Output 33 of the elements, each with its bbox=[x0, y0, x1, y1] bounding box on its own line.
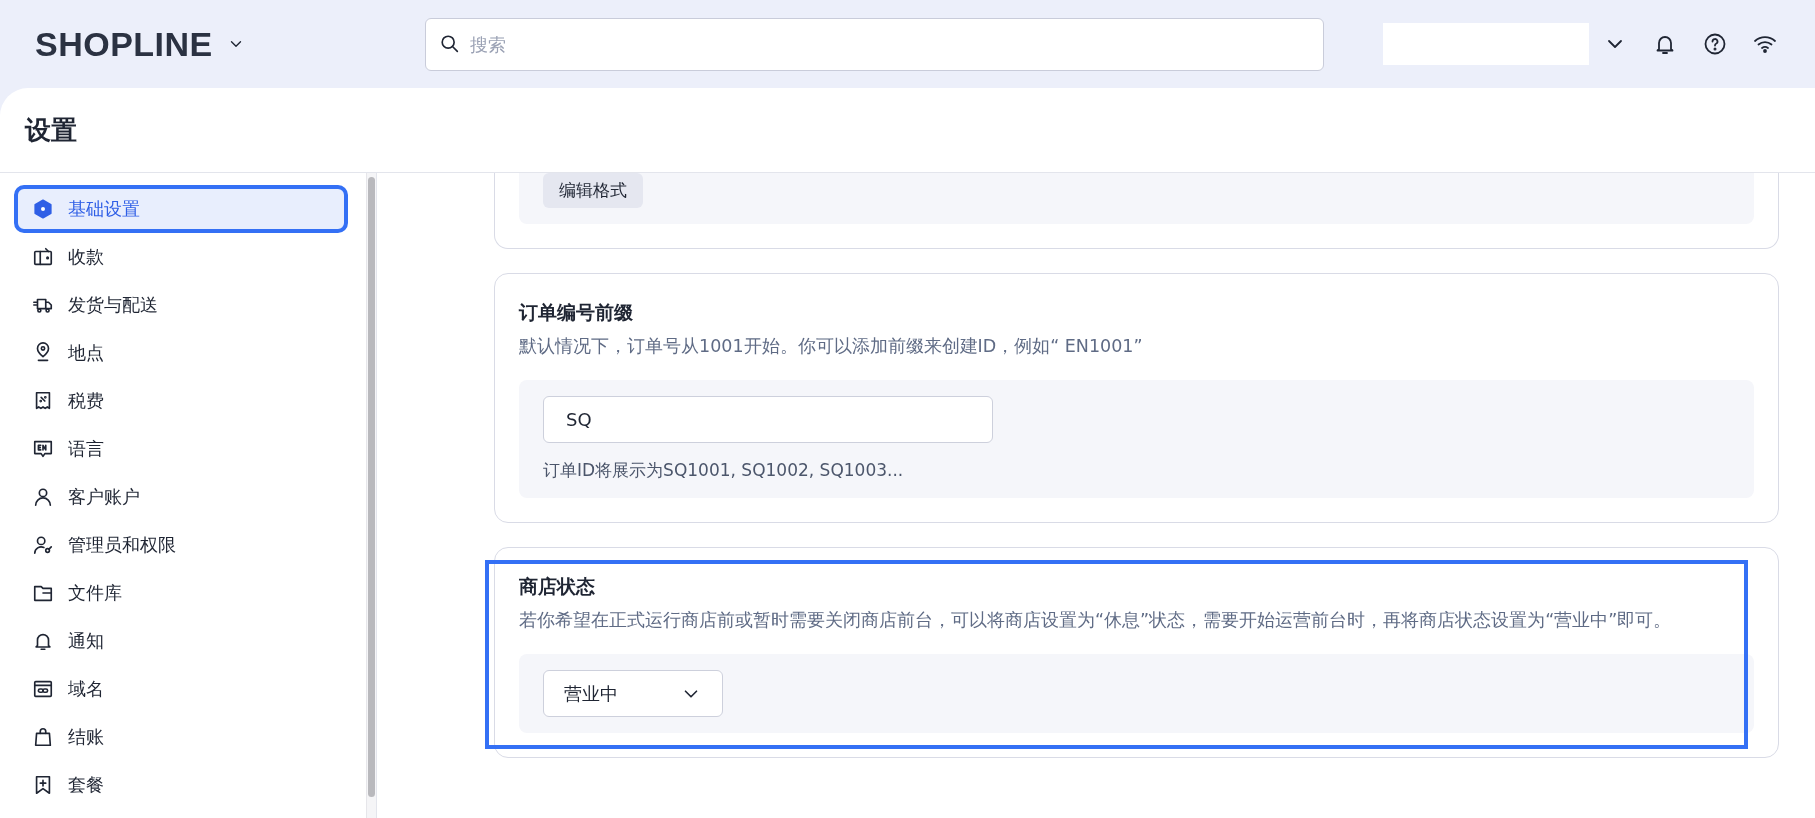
section-description: 默认情况下，订单号从1001开始。你可以添加前缀来创建ID，例如“ EN1001” bbox=[519, 335, 1144, 358]
edit-format-button[interactable]: 编辑格式 bbox=[543, 173, 643, 208]
search-field[interactable]: 搜索 bbox=[424, 17, 1324, 71]
section-title: 商店状态 bbox=[519, 574, 596, 599]
link-window-icon bbox=[32, 678, 54, 700]
sidebar-item[interactable]: 客户账户 bbox=[16, 475, 346, 519]
person-key-icon bbox=[32, 534, 54, 556]
language-icon bbox=[32, 438, 54, 460]
prefix-input[interactable]: SQ bbox=[543, 396, 993, 443]
logo: SHOPLINE bbox=[35, 24, 213, 64]
section-description: 若你希望在正式运行商店前或暂时需要关闭商店前台，可以将商店设置为“休息”状态，需要开始运营前台时，再将商店状态设置为“营业中”即可。 bbox=[519, 609, 1673, 632]
sidebar-item[interactable]: 文件库 bbox=[16, 571, 346, 615]
sidebar-item[interactable]: 发货与配送 bbox=[16, 283, 346, 327]
sidebar-item[interactable]: 收款 bbox=[16, 235, 346, 279]
status-dropdown[interactable]: 营业中 bbox=[543, 670, 723, 717]
hexagon-icon bbox=[32, 198, 54, 220]
help-icon[interactable] bbox=[1702, 32, 1727, 56]
sidebar-item[interactable]: 税费 bbox=[16, 379, 346, 423]
person-icon bbox=[32, 486, 54, 508]
sidebar-item[interactable]: 语言 bbox=[16, 427, 346, 471]
scrollbar-thumb[interactable] bbox=[368, 177, 375, 797]
shopping-bag-icon bbox=[32, 726, 54, 748]
sidebar-item[interactable]: 域名 bbox=[16, 667, 346, 711]
field-hint: 订单ID将展示为SQ1001, SQ1002, SQ1003... bbox=[543, 459, 905, 482]
section-title: 订单编号前缀 bbox=[519, 300, 634, 325]
sidebar-item[interactable]: 通知 bbox=[16, 619, 346, 663]
sidebar-item[interactable]: 地点 bbox=[16, 331, 346, 375]
sidebar-item[interactable]: 基础设置 bbox=[16, 187, 346, 231]
sidebar-item[interactable]: 套餐 bbox=[16, 763, 346, 807]
sidebar-item[interactable]: 结账 bbox=[16, 715, 346, 759]
sidebar-item[interactable]: 管理员和权限 bbox=[16, 523, 346, 567]
wallet-icon bbox=[32, 246, 54, 268]
scrollbar[interactable] bbox=[366, 173, 377, 818]
